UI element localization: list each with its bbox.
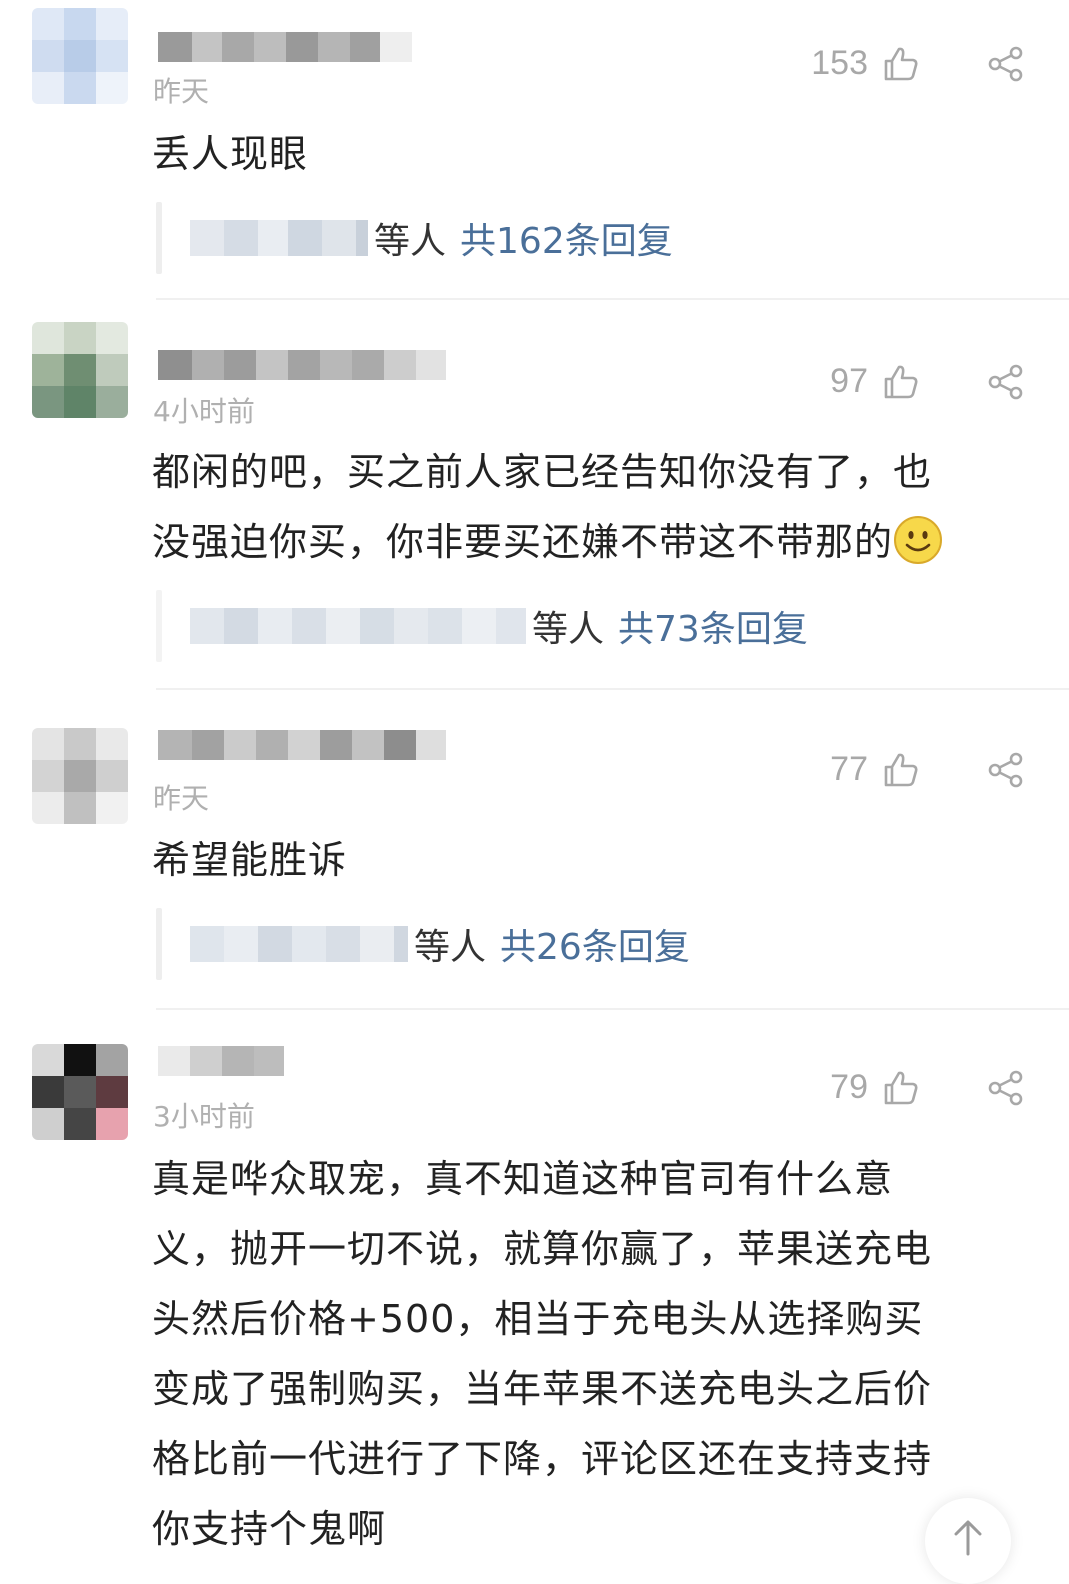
comment-text: 希望能胜诉 — [152, 825, 1032, 895]
reply-divider — [156, 590, 162, 662]
username-blurred[interactable] — [158, 32, 412, 62]
arrow-up-icon — [954, 1520, 982, 1556]
reply-users-suffix: 等人 — [374, 221, 447, 262]
reply-count-link[interactable]: 共162条回复 — [460, 212, 673, 264]
comment-text: 丢人现眼 — [152, 119, 1032, 189]
divider — [156, 298, 1069, 300]
comment-text: 真是哗众取宠，真不知道这种官司有什么意 义，抛开一切不说，就算你赢了，苹果送充电… — [152, 1144, 1032, 1564]
comment-time: 3小时前 — [153, 1100, 255, 1133]
reply-summary[interactable]: 等人 共73条回复 — [156, 590, 808, 662]
comment-text-line: 都闲的吧，买之前人家已经告知你没有了，也 — [152, 450, 933, 494]
reply-divider — [156, 908, 162, 980]
avatar[interactable] — [32, 322, 128, 418]
comment-time: 4小时前 — [153, 395, 255, 428]
smile-emoji-icon — [894, 516, 943, 564]
comment-text: 都闲的吧，买之前人家已经告知你没有了，也 没强迫你买，你非要买还嫌不带这不带那的 — [152, 437, 1032, 577]
reply-users-suffix: 等人 — [414, 927, 487, 968]
comment-text-line: 真是哗众取宠，真不知道这种官司有什么意 — [152, 1157, 894, 1201]
comment-text-line: 格比前一代进行了下降，评论区还在支持支持 — [152, 1437, 933, 1481]
reply-summary[interactable]: 等人 共162条回复 — [156, 202, 673, 274]
comment-text-line: 丢人现眼 — [152, 132, 309, 176]
like-count: 77 — [830, 750, 868, 788]
reply-username-blurred — [190, 608, 526, 644]
avatar[interactable] — [32, 1044, 128, 1140]
thumbs-up-icon[interactable] — [880, 750, 920, 790]
thumbs-up-icon[interactable] — [880, 362, 920, 402]
comment-text-line: 没强迫你买，你非要买还嫌不带这不带那的 — [152, 507, 1032, 577]
reply-count-link[interactable]: 共26条回复 — [500, 918, 690, 970]
comment-text-span: 没强迫你买，你非要买还嫌不带这不带那的 — [152, 520, 894, 564]
comment-text-line: 变成了强制购买，当年苹果不送充电头之后价 — [152, 1367, 933, 1411]
avatar[interactable] — [32, 728, 128, 824]
share-icon[interactable] — [986, 44, 1026, 84]
scroll-to-top-button[interactable] — [925, 1498, 1011, 1584]
comment-time: 昨天 — [153, 75, 210, 108]
share-icon[interactable] — [986, 362, 1026, 402]
divider — [156, 1008, 1069, 1010]
comment-time: 昨天 — [153, 782, 210, 815]
username-blurred[interactable] — [158, 1046, 284, 1076]
reply-count-link[interactable]: 共73条回复 — [618, 600, 808, 652]
share-icon[interactable] — [986, 750, 1026, 790]
reply-summary[interactable]: 等人 共26条回复 — [156, 908, 690, 980]
comment-text-line: 义，抛开一切不说，就算你赢了，苹果送充电 — [152, 1227, 933, 1271]
reply-username-blurred — [190, 926, 408, 962]
reply-username-blurred — [190, 220, 368, 256]
username-blurred[interactable] — [158, 730, 446, 760]
comment-text-line: 希望能胜诉 — [152, 838, 348, 882]
avatar[interactable] — [32, 8, 128, 104]
share-icon[interactable] — [986, 1068, 1026, 1108]
reply-users-suffix: 等人 — [532, 609, 605, 650]
comment-text-line: 你支持个鬼啊 — [152, 1507, 387, 1551]
comment-text-line: 头然后价格+500，相当于充电头从选择购买 — [152, 1297, 924, 1341]
thumbs-up-icon[interactable] — [880, 1068, 920, 1108]
username-blurred[interactable] — [158, 350, 446, 380]
like-count: 79 — [830, 1068, 868, 1106]
thumbs-up-icon[interactable] — [880, 44, 920, 84]
like-count: 153 — [811, 44, 868, 82]
divider — [156, 688, 1069, 690]
like-count: 97 — [830, 362, 868, 400]
reply-divider — [156, 202, 162, 274]
